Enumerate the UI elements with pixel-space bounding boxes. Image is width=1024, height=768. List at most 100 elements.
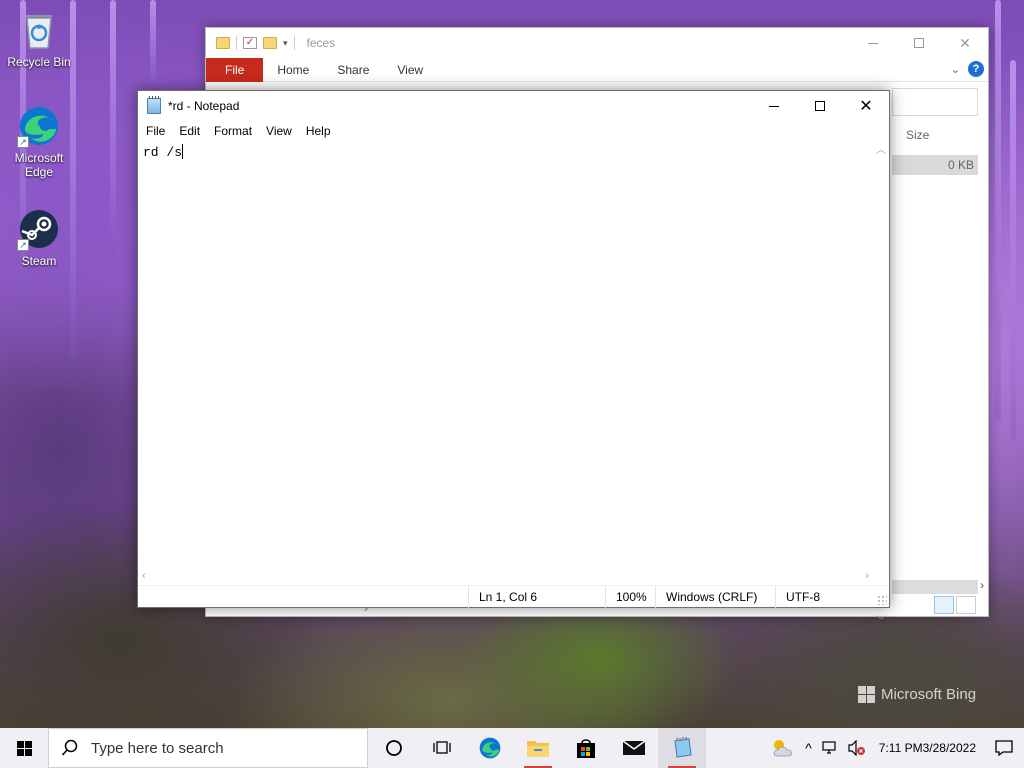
network-icon bbox=[822, 741, 836, 754]
volume-button[interactable] bbox=[843, 728, 871, 768]
notepad-title: *rd - Notepad bbox=[168, 99, 240, 113]
ribbon-tab-share[interactable]: Share bbox=[323, 58, 383, 82]
notepad-text-area[interactable]: rd /s bbox=[138, 141, 889, 627]
taskbar-mail[interactable] bbox=[610, 728, 658, 768]
ribbon-tab-view[interactable]: View bbox=[383, 58, 437, 82]
line-ending: Windows (CRLF) bbox=[655, 585, 775, 608]
minimize-icon bbox=[769, 105, 779, 107]
clock[interactable]: 7:11 PM 3/28/2022 bbox=[871, 728, 984, 768]
weather-partly-cloudy-icon bbox=[773, 740, 793, 757]
steam-label: Steam bbox=[21, 254, 57, 268]
resize-grip-icon[interactable] bbox=[877, 595, 887, 605]
close-button[interactable]: ✕ bbox=[843, 91, 889, 121]
notepad-status-bar: Ln 1, Col 6 100% Windows (CRLF) UTF-8 bbox=[138, 585, 889, 608]
steam-icon: ↗ bbox=[17, 207, 61, 251]
folder-icon bbox=[216, 37, 230, 49]
notepad-icon bbox=[674, 737, 692, 758]
task-view-icon bbox=[433, 741, 451, 754]
menu-format[interactable]: Format bbox=[207, 121, 259, 141]
desktop-icon-steam[interactable]: ↗ Steam bbox=[3, 207, 75, 268]
notepad-caption-buttons: ✕ bbox=[751, 91, 889, 121]
maximize-button[interactable] bbox=[896, 28, 942, 58]
menu-file[interactable]: File bbox=[139, 121, 172, 141]
menu-help[interactable]: Help bbox=[299, 121, 338, 141]
divider bbox=[236, 36, 237, 50]
show-hidden-icons-button[interactable]: ^ bbox=[800, 728, 817, 768]
minimize-icon bbox=[868, 42, 878, 44]
taskbar-store[interactable] bbox=[562, 728, 610, 768]
quick-access-dropdown-icon[interactable]: ▾ bbox=[283, 38, 288, 49]
file-row-size[interactable]: 0 KB bbox=[892, 155, 978, 175]
explorer-caption-buttons: ✕ bbox=[850, 28, 988, 58]
edge-label: Microsoft Edge bbox=[14, 151, 64, 179]
column-header-size[interactable]: Size bbox=[906, 128, 929, 142]
recycle-bin-label: Recycle Bin bbox=[7, 55, 71, 69]
scroll-down-icon[interactable]: ﹀ bbox=[876, 612, 886, 627]
taskbar-notepad[interactable] bbox=[658, 728, 706, 768]
maximize-icon bbox=[815, 101, 825, 111]
details-view-icon[interactable] bbox=[934, 596, 954, 614]
encoding: UTF-8 bbox=[775, 585, 889, 608]
maximize-button[interactable] bbox=[797, 91, 843, 121]
mail-icon bbox=[622, 740, 646, 755]
weather-button[interactable] bbox=[766, 728, 800, 768]
wallpaper-decoration bbox=[150, 0, 156, 90]
chevron-up-icon: ^ bbox=[805, 740, 812, 756]
task-view-button[interactable] bbox=[418, 728, 466, 768]
taskbar-file-explorer[interactable] bbox=[514, 728, 562, 768]
network-button[interactable] bbox=[817, 728, 843, 768]
menu-view[interactable]: View bbox=[259, 121, 299, 141]
scroll-right-icon[interactable]: › bbox=[980, 578, 984, 592]
search-icon bbox=[61, 739, 78, 756]
explorer-search-box[interactable] bbox=[892, 88, 978, 116]
explorer-horizontal-scrollbar[interactable] bbox=[892, 580, 978, 594]
store-icon bbox=[577, 739, 595, 758]
start-button[interactable] bbox=[0, 728, 48, 768]
ribbon-tab-home[interactable]: Home bbox=[263, 58, 323, 82]
close-button[interactable]: ✕ bbox=[942, 28, 988, 58]
properties-check-icon[interactable]: ✓ bbox=[243, 37, 257, 49]
clock-date: 3/28/2022 bbox=[922, 741, 976, 755]
search-placeholder: Type here to search bbox=[91, 739, 224, 757]
menu-edit[interactable]: Edit bbox=[172, 121, 207, 141]
taskbar: Type here to search ^ 7:11 PM 3/28/2022 bbox=[0, 728, 1024, 768]
clock-time: 7:11 PM bbox=[878, 741, 923, 755]
horizontal-scrollbar[interactable]: ‹ › bbox=[138, 568, 873, 584]
ribbon-tab-file[interactable]: File bbox=[206, 57, 264, 82]
bing-watermark: Microsoft Bing bbox=[858, 686, 976, 703]
help-icon[interactable]: ? bbox=[968, 61, 984, 77]
text-caret bbox=[182, 144, 184, 159]
notepad-window[interactable]: *rd - Notepad ✕ File Edit Format View He… bbox=[137, 90, 890, 627]
notification-icon bbox=[995, 740, 1013, 756]
minimize-button[interactable] bbox=[850, 28, 896, 58]
close-icon: ✕ bbox=[859, 98, 873, 115]
volume-muted-icon bbox=[848, 740, 865, 756]
scroll-left-icon[interactable]: ‹ bbox=[142, 570, 146, 582]
wallpaper-decoration bbox=[110, 0, 116, 260]
scroll-up-icon[interactable]: ︿ bbox=[876, 141, 886, 156]
cortana-button[interactable] bbox=[370, 728, 418, 768]
taskbar-search-box[interactable]: Type here to search bbox=[48, 728, 368, 768]
desktop-icon-edge[interactable]: ↗ Microsoft Edge bbox=[3, 104, 75, 179]
notification-center-button[interactable] bbox=[984, 728, 1024, 768]
vertical-scrollbar[interactable]: ︿ ﹀ bbox=[873, 141, 889, 627]
close-icon: ✕ bbox=[959, 34, 971, 51]
notepad-menubar: File Edit Format View Help bbox=[138, 121, 889, 141]
view-toggle-buttons bbox=[934, 596, 976, 614]
maximize-icon bbox=[914, 38, 924, 48]
desktop-icon-recycle-bin[interactable]: Recycle Bin bbox=[3, 8, 75, 69]
large-icons-view-icon[interactable] bbox=[956, 596, 976, 614]
minimize-button[interactable] bbox=[751, 91, 797, 121]
edge-icon: ↗ bbox=[17, 104, 61, 148]
notepad-app-icon bbox=[147, 96, 161, 114]
ribbon-right-controls: ⌄ ? bbox=[951, 61, 984, 77]
document-text: rd /s bbox=[143, 145, 183, 160]
file-explorer-icon bbox=[527, 741, 549, 757]
edge-icon bbox=[479, 737, 501, 759]
scroll-right-icon[interactable]: › bbox=[865, 570, 869, 582]
expand-ribbon-chevron-icon[interactable]: ⌄ bbox=[951, 63, 960, 76]
cursor-position: Ln 1, Col 6 bbox=[468, 585, 605, 608]
bing-watermark-text: Microsoft Bing bbox=[881, 686, 977, 703]
new-folder-icon[interactable] bbox=[263, 37, 277, 49]
taskbar-edge[interactable] bbox=[466, 728, 514, 768]
